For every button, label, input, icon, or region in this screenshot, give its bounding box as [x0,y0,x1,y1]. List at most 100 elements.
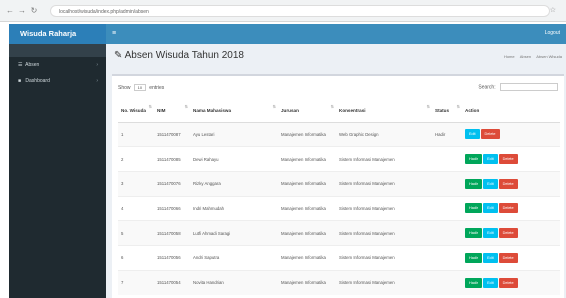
bookmark-icon[interactable]: ☆ [550,7,556,14]
sort-icon: ⇅ [456,104,460,109]
cell-status [432,195,462,221]
chevron-right-icon: › [96,78,98,84]
delete-button[interactable]: Delete [498,277,518,288]
cell-action: Hadir Edit Delete [462,146,560,172]
hadir-button[interactable]: Hadir [465,203,483,214]
table-header-row: No. Wisuda ⇅ NIM ⇅ Nama Mahasiswa ⇅ Jurusan… [118,100,560,123]
cell-action: Hadir Edit Delete [462,269,560,295]
reload-icon[interactable]: ↻ [30,7,38,15]
col-header-nama[interactable]: Nama Mahasiswa ⇅ [190,100,278,123]
table-row: 6 1511470056 Andri Saputra Manajemen Inf… [118,244,560,271]
table-row: 5 1511470058 Lutfi Ahmadi Saragi Manajem… [118,220,560,246]
hadir-button[interactable]: Hadir [465,277,483,288]
cell-nim: 1511470076 [154,170,190,197]
col-header-konsentrasi[interactable]: Konsentrasi ⇅ [336,100,432,123]
back-icon[interactable]: ← [6,7,14,15]
cell-nim: 1511470058 [154,220,190,246]
cell-jurusan: Manajemen Informatika [278,220,336,246]
delete-button[interactable]: Delete [498,252,518,263]
cell-status [432,269,462,295]
absen-table: No. Wisuda ⇅ NIM ⇅ Nama Mahasiswa ⇅ Jurusan… [118,100,560,295]
delete-button[interactable]: Delete [480,129,500,140]
cell-jurusan: Manajemen Informatika [278,244,336,271]
cell-nim: 1511470054 [154,269,190,295]
cell-konsentrasi: Sistem Informasi Manajemen [336,244,432,271]
col-header-no-wisuda[interactable]: No. Wisuda ⇅ [118,100,154,123]
table-row: 1 1511470087 Ayu Lestari Manajemen Infor… [118,121,560,147]
col-header-nim[interactable]: NIM ⇅ [154,100,190,123]
cell-status [432,170,462,197]
cell-konsentrasi: Sistem Informasi Manajemen [336,220,432,246]
cell-konsentrasi: Sistem Informasi Manajemen [336,170,432,197]
cell-nama: Rizky Anggara [190,170,278,197]
delete-button[interactable]: Delete [498,178,518,189]
delete-button[interactable]: Delete [498,154,518,165]
hadir-button[interactable]: Hadir [465,154,483,165]
col-header-status[interactable]: Status ⇅ [432,100,462,123]
cell-no: 7 [118,269,154,295]
hadir-button[interactable]: Hadir [465,178,483,189]
breadcrumb-home[interactable]: Home [504,54,515,59]
dashboard-icon: ■ [18,78,22,84]
sort-icon: ⇅ [272,104,276,109]
hadir-button[interactable]: Hadir [465,252,483,263]
cell-no: 4 [118,195,154,221]
table-row: 3 1511470076 Rizky Anggara Manajemen Inf… [118,170,560,197]
delete-button[interactable]: Delete [498,228,518,239]
cell-jurusan: Manajemen Informatika [278,146,336,172]
edit-button[interactable]: Edit [483,277,498,288]
edit-button[interactable]: Edit [465,129,480,140]
cell-nim: 1511470085 [154,146,190,172]
edit-button[interactable]: Edit [483,203,498,214]
sort-icon: ⇅ [426,104,430,109]
cell-no: 6 [118,244,154,271]
sidebar-item-label: Absen [25,62,40,68]
address-bar[interactable]: localhost/wisuda/index.php/admin/absen [50,5,550,17]
delete-button[interactable]: Delete [498,203,518,214]
menu-toggle-icon[interactable]: ≡ [112,30,116,37]
cell-nama: Ayu Lestari [190,121,278,147]
cell-status [432,146,462,172]
cell-no: 2 [118,146,154,172]
table-search: Search: [478,83,558,91]
cell-nama: Lutfi Ahmadi Saragi [190,220,278,246]
breadcrumb-absen[interactable]: Absen [520,54,531,59]
cell-action: Hadir Edit Delete [462,170,560,197]
edit-button[interactable]: Edit [483,228,498,239]
cell-jurusan: Manajemen Informatika [278,170,336,197]
breadcrumb: Home Absen Absen Wisuda [500,54,562,59]
edit-button[interactable]: Edit [483,252,498,263]
sidebar-user-panel [9,44,106,57]
cell-status [432,244,462,271]
sidebar-item-dashboard[interactable]: ■ Dashboard › [9,73,106,89]
cell-no: 5 [118,220,154,246]
entries-select[interactable]: 10 [133,84,146,91]
edit-button[interactable]: Edit [483,154,498,165]
list-icon: ☰ [18,62,23,68]
entries-label: entries [149,84,165,91]
edit-button[interactable]: Edit [483,178,498,189]
search-label: Search: [478,84,496,91]
brand-logo[interactable]: Wisuda Raharja [9,24,106,44]
table-row: 7 1511470054 Novita Handrian Manajemen I… [118,269,560,295]
table-row: 4 1511470066 Indri Mahmudah Manajemen In… [118,195,560,221]
address-text: localhost/wisuda/index.php/admin/absen [59,9,149,15]
entries-length-control: Show 10 entries [118,84,164,91]
hadir-button[interactable]: Hadir [465,228,483,239]
edit-icon: ✎ [114,50,123,61]
cell-jurusan: Manajemen Informatika [278,121,336,147]
col-header-jurusan[interactable]: Jurusan ⇅ [278,100,336,123]
sidebar-item-absen[interactable]: ☰ Absen › [9,57,106,73]
table-row: 2 1511470085 Dewi Rahayu Manajemen Infor… [118,146,560,172]
cell-no: 1 [118,121,154,147]
forward-icon[interactable]: → [18,7,26,15]
cell-action: Hadir Edit Delete [462,220,560,246]
cell-konsentrasi: Sistem Informasi Manajemen [336,269,432,295]
cell-jurusan: Manajemen Informatika [278,195,336,221]
cell-action: Hadir Edit Delete [462,244,560,271]
cell-jurusan: Manajemen Informatika [278,269,336,295]
search-input[interactable] [500,83,558,91]
logout-link[interactable]: Logout [545,30,560,36]
cell-nim: 1511470066 [154,195,190,221]
show-label: Show [118,84,131,91]
